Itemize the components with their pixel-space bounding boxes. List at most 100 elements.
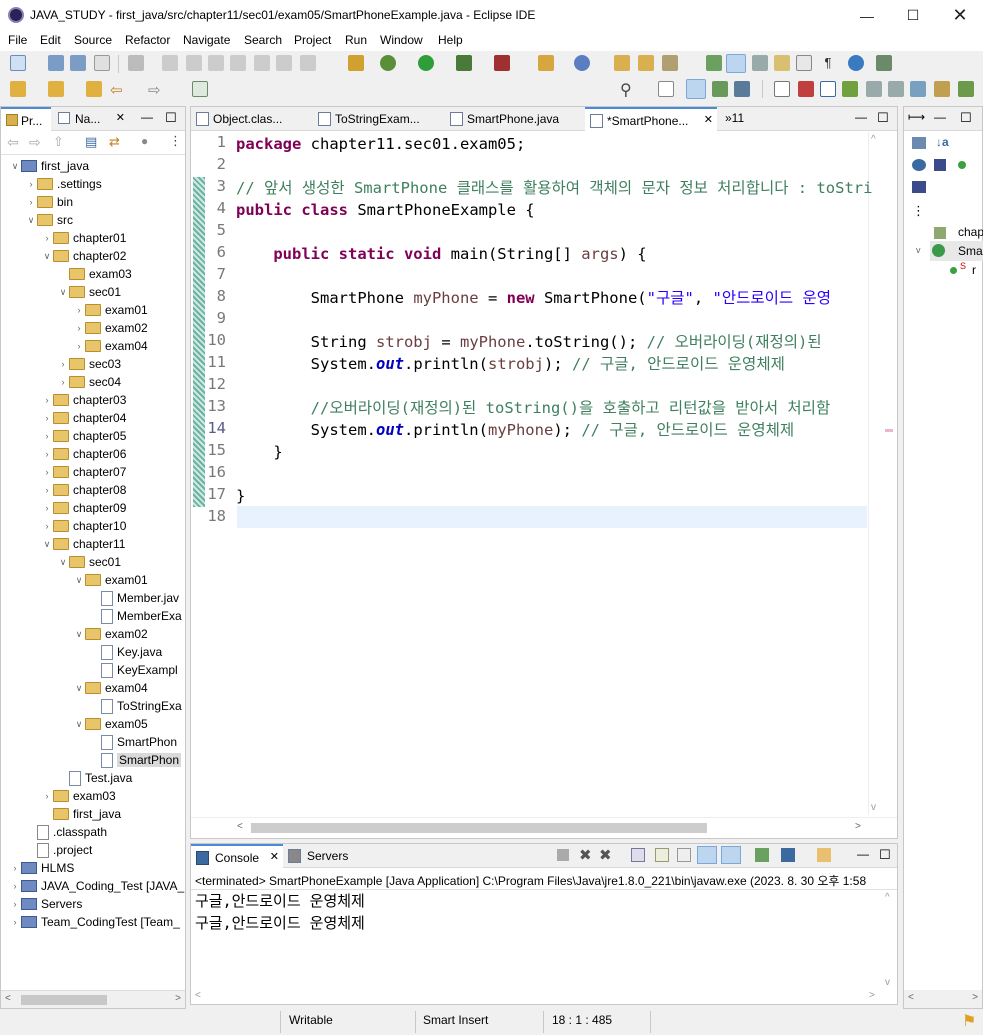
horizontal-scrollbar[interactable]: < >	[1, 990, 185, 1008]
save-all-icon[interactable]	[70, 55, 86, 71]
vertical-scrollbar[interactable]: ^ v	[868, 132, 882, 815]
xml-icon[interactable]	[842, 81, 858, 97]
tree-item[interactable]: › sec04	[57, 373, 122, 391]
word-wrap-icon[interactable]	[796, 55, 812, 71]
pin-editor-icon[interactable]	[192, 81, 208, 97]
chevron-right-icon[interactable]: ›	[73, 341, 85, 351]
tree-item[interactable]: .classpath	[25, 823, 107, 841]
chevron-right-icon[interactable]: ›	[73, 305, 85, 315]
chevron-right-icon[interactable]: ›	[9, 899, 21, 909]
tree-item[interactable]: .project	[25, 841, 92, 859]
tree-item[interactable]: › chapter08	[41, 481, 127, 499]
external-tools-icon[interactable]	[494, 55, 510, 71]
step-return-icon[interactable]	[300, 55, 316, 71]
console-scrollbar[interactable]: ^ v	[883, 890, 897, 990]
open-task-icon[interactable]	[638, 55, 654, 71]
forward-icon[interactable]: ⇨	[29, 134, 41, 151]
terminate-console-icon[interactable]	[557, 849, 569, 861]
open-type-icon[interactable]	[614, 55, 630, 71]
chevron-right-icon[interactable]: ›	[9, 863, 21, 873]
menu-source[interactable]: Source	[74, 33, 112, 47]
menu-run[interactable]: Run	[345, 33, 367, 47]
chevron-down-icon[interactable]: ∨	[73, 719, 85, 730]
tree-item[interactable]: › chapter09	[41, 499, 127, 517]
tab-project-explorer[interactable]: Pr...	[1, 107, 51, 131]
tree-item[interactable]: › .settings	[25, 175, 102, 193]
open-perspective-icon[interactable]	[658, 81, 674, 97]
tree-item[interactable]: ∨ exam02	[73, 625, 148, 643]
prev-annotation-icon[interactable]	[48, 81, 64, 97]
tree-item[interactable]: › JAVA_Coding_Test [JAVA_	[9, 877, 185, 895]
clear-console-icon[interactable]	[631, 848, 645, 862]
menu-navigate[interactable]: Navigate	[183, 33, 230, 47]
tree-item[interactable]: ∨ exam05	[73, 715, 148, 733]
disconnect-icon[interactable]	[230, 55, 246, 71]
show-stderr-icon[interactable]	[721, 846, 741, 864]
scroll-lock-icon[interactable]	[655, 848, 669, 862]
hide-nonpublic-icon[interactable]	[958, 161, 966, 169]
tree-item[interactable]: › bin	[25, 193, 74, 211]
tree-item[interactable]: › Servers	[9, 895, 83, 913]
tree-item[interactable]: SmartPhon	[89, 733, 177, 751]
tab-tostring-example[interactable]: ToStringExam...	[313, 107, 445, 131]
tree-item[interactable]: first_java	[41, 805, 121, 823]
sort-icon[interactable]: ↓a	[936, 135, 949, 149]
back-icon[interactable]: ⇦	[110, 81, 126, 99]
chevron-right-icon[interactable]: ›	[41, 503, 53, 513]
maximize-button[interactable]: ☐	[890, 0, 936, 31]
tree-item[interactable]: › chapter01	[41, 229, 127, 247]
tree-item[interactable]: exam03	[57, 265, 132, 283]
tree-item[interactable]: › exam02	[73, 319, 148, 337]
tree-item[interactable]: ∨ sec01	[57, 553, 121, 571]
chevron-down-icon[interactable]: ∨	[25, 215, 37, 226]
chevron-right-icon[interactable]: ›	[41, 467, 53, 477]
next-annotation-icon[interactable]	[10, 81, 26, 97]
skip-breakpoints-icon[interactable]	[128, 55, 144, 71]
chevron-down-icon[interactable]: v	[916, 245, 921, 255]
maximize-outline-icon[interactable]: ☐	[960, 110, 972, 126]
outline-view-menu-icon[interactable]: ⋮	[912, 203, 925, 219]
tree-item[interactable]: › sec03	[57, 355, 122, 373]
chevron-right-icon[interactable]: ›	[41, 431, 53, 441]
step-over-icon[interactable]	[276, 55, 292, 71]
chevron-down-icon[interactable]: ∨	[57, 557, 69, 568]
hide-local-types-icon[interactable]	[912, 181, 926, 193]
new-java-class-icon[interactable]	[574, 55, 590, 71]
step-into-icon[interactable]	[254, 55, 270, 71]
menu-search[interactable]: Search	[244, 33, 282, 47]
tab-object-class[interactable]: Object.clas...	[191, 107, 313, 131]
chevron-down-icon[interactable]: ∨	[73, 575, 85, 586]
tree-item[interactable]: › chapter07	[41, 463, 127, 481]
project-tree[interactable]: ∨ first_java › .settings › bin ∨ src › chapter01 ∨…	[1, 155, 185, 987]
tree-item[interactable]: › chapter03	[41, 391, 127, 409]
hide-fields-icon[interactable]	[912, 159, 926, 171]
tree-item[interactable]: ∨ chapter11	[41, 535, 126, 553]
tab-smartphone-java[interactable]: SmartPhone.java	[445, 107, 585, 131]
chevron-right-icon[interactable]: ›	[73, 323, 85, 333]
chevron-down-icon[interactable]: ∨	[41, 539, 53, 550]
tree-item[interactable]: › HLMS	[9, 859, 75, 877]
menu-file[interactable]: File	[8, 33, 27, 47]
outline-method-label[interactable]: r	[972, 263, 976, 277]
close-tab-icon[interactable]: ✕	[704, 113, 713, 126]
menu-edit[interactable]: Edit	[40, 33, 61, 47]
close-button[interactable]: ✕	[937, 0, 983, 31]
new-icon[interactable]	[10, 55, 26, 71]
perspective-icon[interactable]	[876, 55, 892, 71]
tree-item[interactable]: › chapter04	[41, 409, 127, 427]
tree-item[interactable]: › chapter06	[41, 445, 127, 463]
tree-item[interactable]: › exam01	[73, 301, 148, 319]
tab-smartphone-example[interactable]: *SmartPhone... ✕	[585, 107, 717, 131]
tree-item[interactable]: › Team_CodingTest [Team_	[9, 913, 180, 931]
sync-icon[interactable]	[888, 81, 904, 97]
chevron-right-icon[interactable]: ›	[57, 359, 69, 369]
chevron-right-icon[interactable]: ›	[25, 179, 37, 189]
maximize-console-icon[interactable]: ☐	[879, 847, 891, 863]
terminate-icon[interactable]	[208, 55, 224, 71]
view-menu-icon[interactable]: ⋮	[169, 133, 182, 149]
chevron-right-icon[interactable]: ›	[57, 377, 69, 387]
tree-item[interactable]: ∨ sec01	[57, 283, 121, 301]
tree-item[interactable]: Member.jav	[89, 589, 179, 607]
pilcrow-icon[interactable]: ¶	[820, 55, 836, 71]
remove-launch-icon[interactable]: ✖	[579, 846, 592, 864]
